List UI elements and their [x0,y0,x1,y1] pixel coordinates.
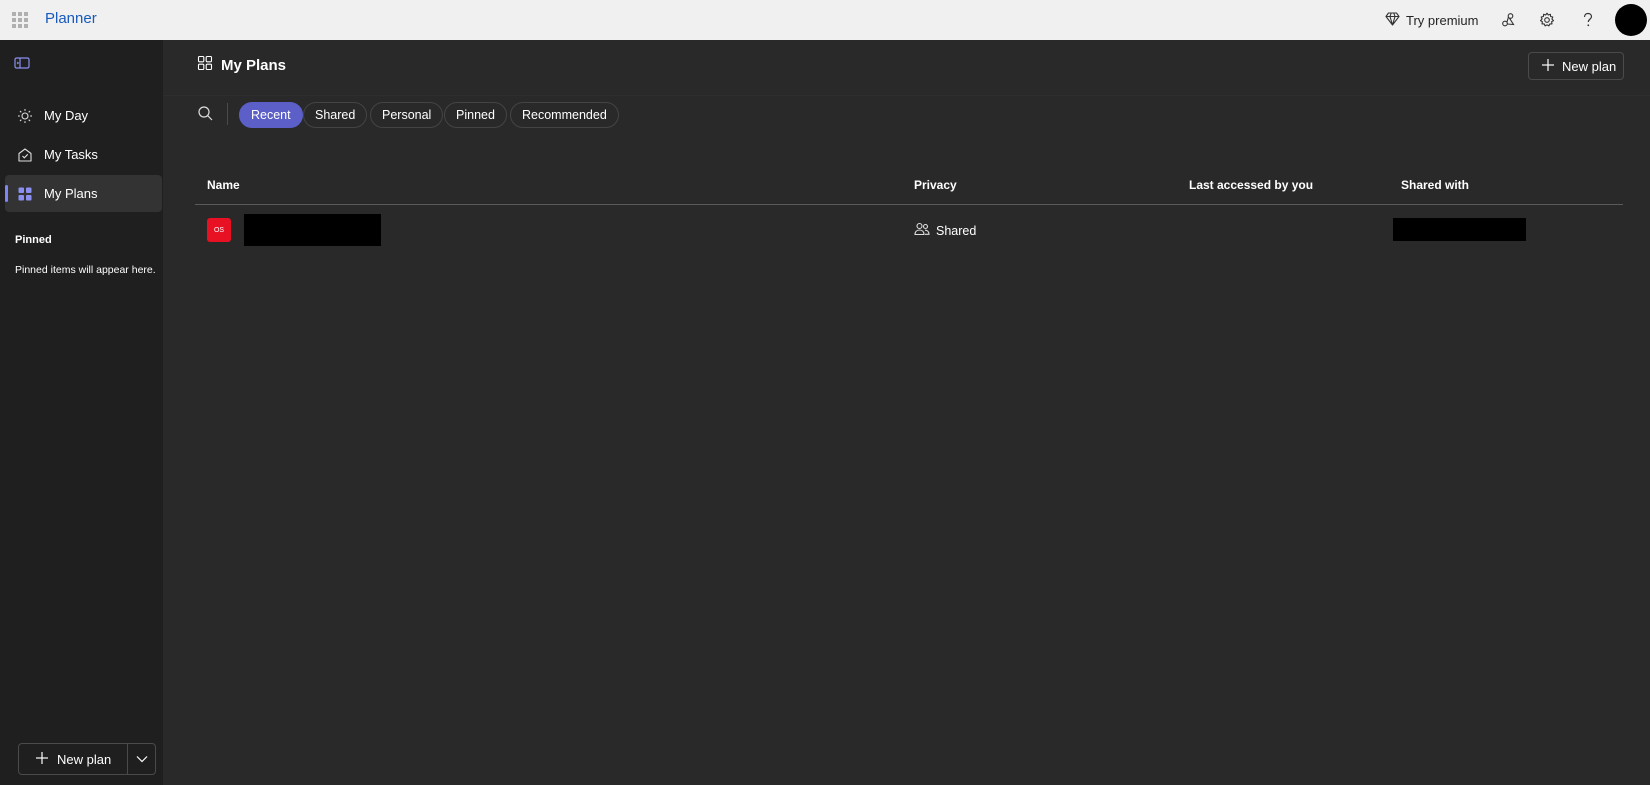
top-bar: Planner Try premium [0,0,1650,40]
chevron-down-icon [136,750,148,768]
column-header-shared-with[interactable]: Shared with [1401,178,1469,192]
sidebar-item-my-day[interactable]: My Day [5,97,162,134]
filter-chip-recent[interactable]: Recent [239,102,303,128]
column-header-name[interactable]: Name [207,178,240,192]
plan-badge: OS [207,218,231,242]
header-divider [163,95,1650,96]
sidebar-item-my-plans[interactable]: My Plans [5,175,162,212]
try-premium-label: Try premium [1406,12,1479,28]
try-premium-button[interactable]: Try premium [1385,9,1478,31]
filter-chip-recommended[interactable]: Recommended [510,102,619,128]
help-icon[interactable] [1578,10,1598,30]
shared-with-redacted [1393,218,1526,241]
sidebar-item-label: My Plans [44,186,98,201]
new-plan-label: New plan [57,751,112,767]
new-plan-button[interactable]: New plan [1528,52,1624,80]
search-icon[interactable] [197,105,215,123]
plus-icon [1541,58,1555,75]
sidebar-item-my-tasks[interactable]: My Tasks [5,136,162,173]
page-title: My Plans [197,55,286,75]
people-icon [914,222,930,239]
sidebar-new-plan-control: New plan [18,743,156,775]
sun-icon [17,108,33,124]
column-header-privacy[interactable]: Privacy [914,178,957,192]
filter-chip-personal[interactable]: Personal [370,102,444,128]
sidebar-item-label: My Day [44,108,89,123]
share-feedback-icon[interactable] [1498,10,1518,30]
avatar[interactable] [1615,4,1647,36]
diamond-icon [1385,11,1400,29]
new-plan-label: New plan [1562,58,1617,74]
pinned-empty-message: Pinned items will appear here. [15,264,156,276]
plus-icon [35,751,49,768]
page-title-text: My Plans [221,56,287,74]
filter-chip-pinned[interactable]: Pinned [444,102,507,128]
tasks-icon [17,147,33,163]
gear-icon[interactable] [1537,10,1557,30]
column-header-last-accessed[interactable]: Last accessed by you [1189,178,1313,192]
app-title[interactable]: Planner [45,10,97,27]
privacy-label: Shared [936,223,977,238]
pinned-heading: Pinned [15,234,52,246]
grid-icon [17,186,33,202]
sidebar-new-plan-button[interactable]: New plan [19,744,127,774]
filter-divider [227,103,228,125]
grid-outline-icon [197,55,213,75]
collapse-sidebar-icon[interactable] [14,56,32,72]
table-header-rule [195,204,1623,205]
sidebar: My Day My Tasks My Plans Pinned Pinned i… [0,40,163,785]
plan-name-redacted[interactable] [244,214,381,246]
filter-chip-shared[interactable]: Shared [303,102,368,128]
new-plan-options-button[interactable] [127,744,155,774]
sidebar-item-label: My Tasks [44,147,98,162]
privacy-cell: Shared [914,222,976,239]
app-launcher-icon[interactable] [8,8,32,32]
